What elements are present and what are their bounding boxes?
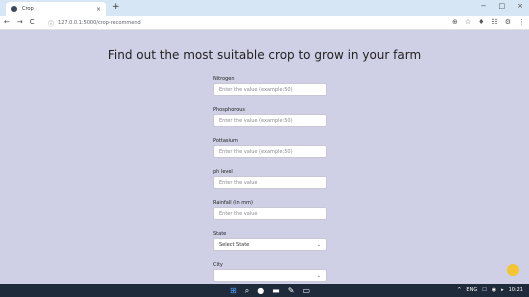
chrome-app-icon[interactable]: ● bbox=[257, 286, 264, 296]
ph-level-input[interactable]: Enter the value bbox=[213, 176, 327, 189]
editor-app-icon[interactable]: ✎ bbox=[288, 286, 295, 296]
rainfall-input[interactable]: Enter the value bbox=[213, 207, 327, 220]
phosphorous-placeholder: Enter the value (example:50) bbox=[219, 117, 293, 124]
ph-level-placeholder: Enter the value bbox=[219, 179, 258, 186]
potassium-label: Pottasium bbox=[213, 138, 238, 144]
taskbar-apps: ⊞ ⌕ ● ▬ ✎ ▭ bbox=[230, 286, 310, 296]
navigation-buttons: ← → C bbox=[4, 18, 35, 26]
toolbar-icons: ⊕ ☆ ♦ ☷ ⚙ ⋮ bbox=[452, 18, 525, 26]
phosphorous-input[interactable]: Enter the value (example:50) bbox=[213, 114, 327, 127]
floating-action-button[interactable] bbox=[507, 264, 519, 276]
crop-form: Nitrogen Enter the value (example:50) Ph… bbox=[213, 75, 328, 292]
volume-icon[interactable]: ◉ bbox=[492, 287, 496, 293]
maximize-button[interactable]: □ bbox=[499, 2, 506, 10]
tab-title: Crop bbox=[22, 6, 34, 12]
city-select[interactable]: ⌄ bbox=[213, 269, 327, 282]
language-indicator[interactable]: ENG bbox=[466, 287, 477, 293]
zoom-icon[interactable]: ⊕ bbox=[452, 18, 458, 26]
nitrogen-label: Nitrogen bbox=[213, 76, 235, 82]
site-info-icon[interactable]: ⓘ bbox=[48, 19, 54, 28]
address-bar[interactable]: ⓘ 127.0.0.1:5000/crop-recommend bbox=[48, 18, 448, 28]
new-tab-button[interactable]: + bbox=[112, 2, 120, 12]
network-icon[interactable]: ☐ bbox=[482, 287, 486, 293]
windows-start-icon[interactable]: ⊞ bbox=[230, 286, 237, 296]
browser-tab-strip: Crop × + − □ × bbox=[0, 0, 529, 16]
url-text[interactable]: 127.0.0.1:5000/crop-recommend bbox=[58, 20, 141, 26]
close-window-button[interactable]: × bbox=[517, 2, 523, 10]
extension-icon[interactable]: ♦ bbox=[478, 18, 484, 26]
potassium-input[interactable]: Enter the value (example:50) bbox=[213, 145, 327, 158]
tray-expand-icon[interactable]: ^ bbox=[457, 287, 461, 293]
minimize-button[interactable]: − bbox=[481, 2, 487, 10]
bookmark-star-icon[interactable]: ☆ bbox=[465, 18, 471, 26]
phosphorous-label: Phosphorous bbox=[213, 107, 246, 113]
tab-close-icon[interactable]: × bbox=[96, 6, 101, 13]
back-button[interactable]: ← bbox=[4, 18, 10, 26]
chevron-down-icon: ⌄ bbox=[316, 272, 321, 279]
city-label: City bbox=[213, 262, 223, 268]
menu-icon[interactable]: ⋮ bbox=[518, 18, 525, 26]
page-content: Find out the most suitable crop to grow … bbox=[0, 31, 529, 284]
terminal-app-icon[interactable]: ▭ bbox=[302, 286, 310, 296]
tab-favicon-icon bbox=[11, 6, 17, 12]
system-tray: ^ ENG ☐ ◉ ▸ 10:21 bbox=[457, 287, 523, 293]
nitrogen-placeholder: Enter the value (example:50) bbox=[219, 86, 293, 93]
nitrogen-input[interactable]: Enter the value (example:50) bbox=[213, 83, 327, 96]
rainfall-placeholder: Enter the value bbox=[219, 210, 258, 217]
state-select[interactable]: Select State ⌄ bbox=[213, 238, 327, 251]
clock[interactable]: 10:21 bbox=[509, 287, 523, 293]
state-select-value: Select State bbox=[219, 241, 250, 248]
chevron-down-icon: ⌄ bbox=[316, 241, 321, 248]
reading-list-icon[interactable]: ☷ bbox=[491, 18, 497, 26]
profile-icon[interactable]: ⚙ bbox=[505, 18, 511, 26]
browser-toolbar: ← → C ⓘ 127.0.0.1:5000/crop-recommend ⊕ … bbox=[0, 16, 529, 30]
browser-tab[interactable]: Crop × bbox=[6, 2, 106, 16]
state-label: State bbox=[213, 231, 227, 237]
ph-level-label: ph level bbox=[213, 169, 233, 175]
file-explorer-icon[interactable]: ▬ bbox=[272, 286, 280, 296]
taskbar: ⊞ ⌕ ● ▬ ✎ ▭ ^ ENG ☐ ◉ ▸ 10:21 bbox=[0, 284, 529, 297]
page-title: Find out the most suitable crop to grow … bbox=[107, 48, 422, 62]
forward-button[interactable]: → bbox=[17, 18, 23, 26]
window-controls: − □ × bbox=[481, 2, 523, 10]
taskbar-search-icon[interactable]: ⌕ bbox=[245, 286, 249, 296]
potassium-placeholder: Enter the value (example:50) bbox=[219, 148, 293, 155]
rainfall-label: Rainfall (in mm) bbox=[213, 200, 253, 206]
reload-button[interactable]: C bbox=[30, 18, 35, 26]
battery-icon[interactable]: ▸ bbox=[501, 287, 504, 293]
